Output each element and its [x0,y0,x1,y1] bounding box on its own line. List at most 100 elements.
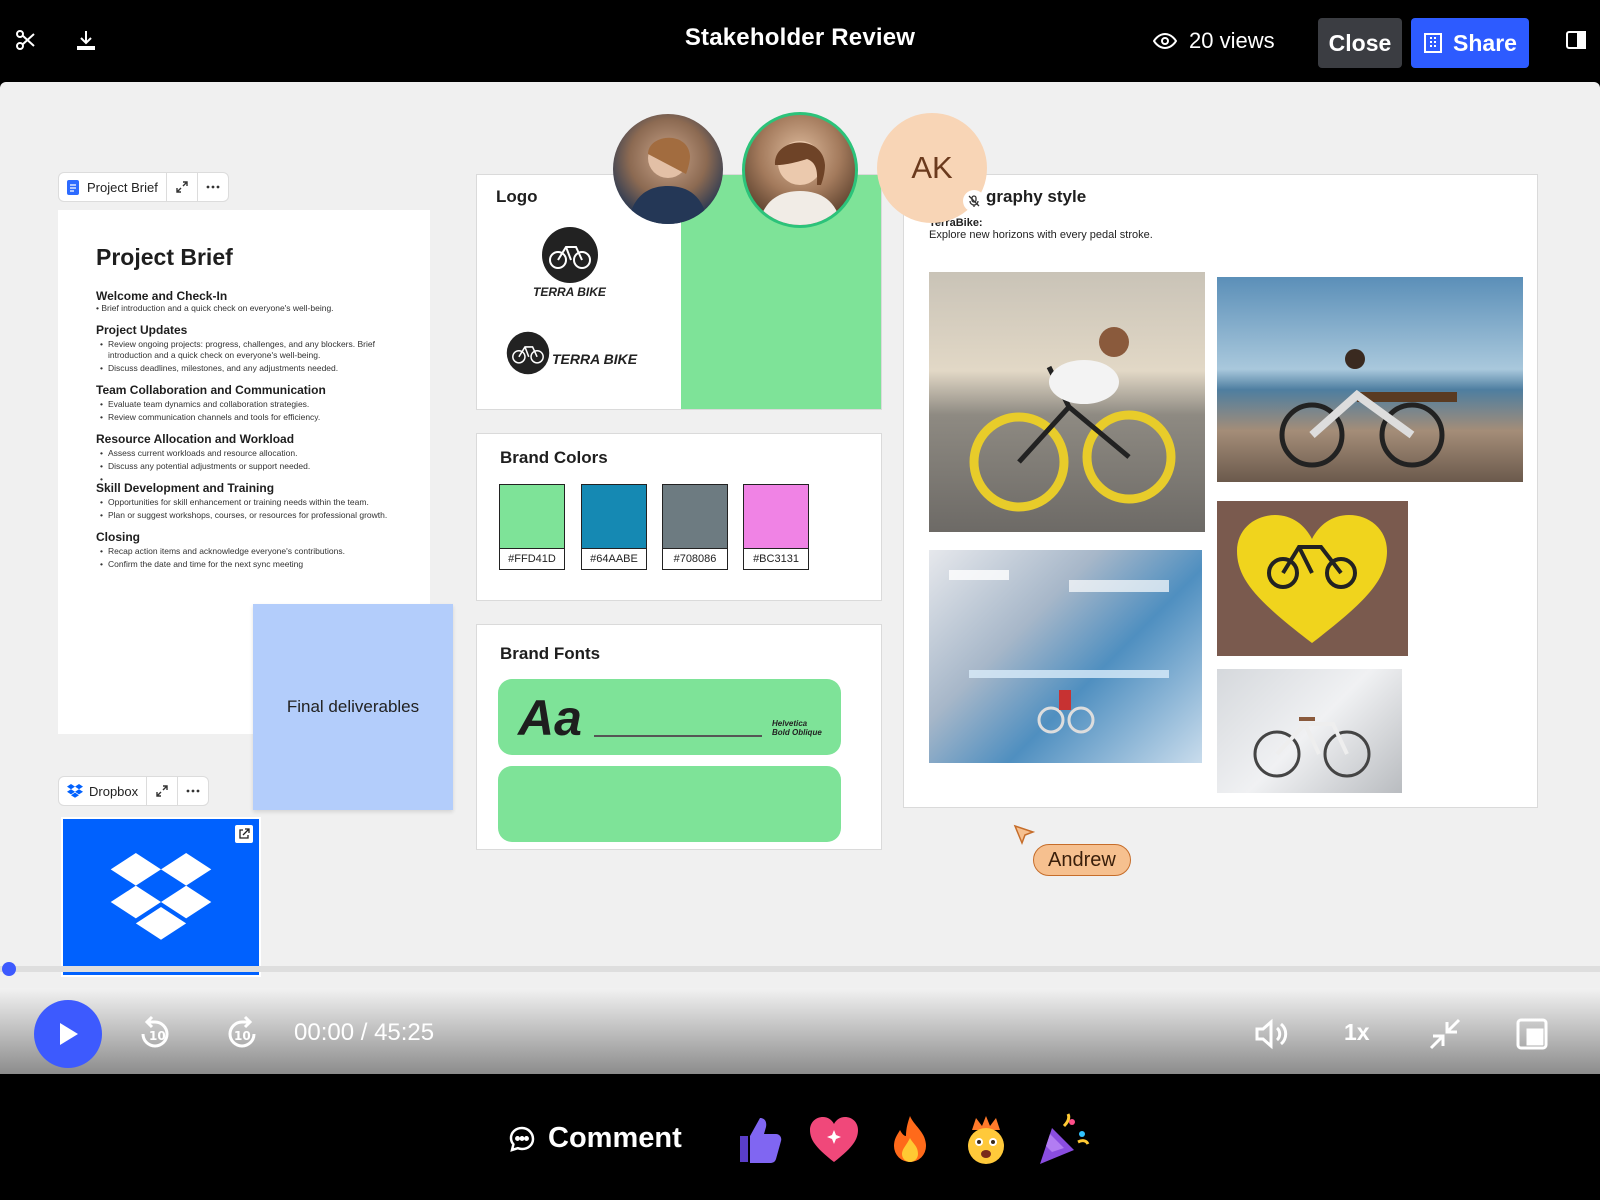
color-chip [744,485,808,549]
cyclist-illustration [969,327,1176,512]
reaction-bar [0,1074,1600,1200]
svg-text:10: 10 [234,1029,251,1043]
photo-cyclist-road[interactable] [929,272,1205,532]
avatar-initials: AK [911,150,953,185]
whiteboard-canvas: Project Brief Project Brief Welcome and … [0,82,1600,1074]
brand-fonts-title: Brand Fonts [500,644,601,663]
comment-label: Comment [548,1122,682,1154]
sidebar-toggle-icon[interactable] [1562,26,1590,54]
font-sample-card[interactable]: Aa Helvetica Bold Oblique [498,679,841,755]
project-brief-title[interactable]: Project Brief [59,173,167,201]
color-chip [582,485,646,549]
color-swatch-label: #708086 [673,553,717,565]
comment-button[interactable]: Comment [508,1122,682,1155]
person-icon [628,137,708,224]
participant-avatar[interactable] [613,114,723,224]
font-sample-text: Aa [518,690,582,746]
brief-bullet: Review communication channels and tools … [96,412,392,423]
building-icon [1424,33,1443,53]
sparkle-heart-icon[interactable] [806,1112,862,1168]
playback-time: 00:00 / 45:25 [294,1019,435,1046]
photo-bike-wall[interactable] [1217,669,1402,793]
download-icon[interactable] [72,26,100,54]
close-button[interactable]: Close [1318,18,1402,68]
dropbox-title[interactable]: Dropbox [59,777,148,805]
brief-bullet: Discuss deadlines, milestones, and any a… [96,363,392,374]
person-icon [759,141,841,225]
doc-icon [67,179,79,195]
brief-bullet: Evaluate team dynamics and collaboration… [96,399,392,410]
photo-cyclist-motion[interactable] [929,550,1202,763]
color-swatch[interactable]: #64AABE [581,484,647,570]
brief-bullet: Plan or suggest workshops, courses, or r… [96,510,392,521]
bike-logo-icon [506,331,550,375]
sticky-note[interactable]: Final deliverables [253,604,453,810]
play-button[interactable] [34,1000,102,1068]
color-chip [500,485,564,549]
remote-cursor-name: Andrew [1048,848,1116,871]
expand-icon[interactable] [167,173,198,201]
photo-bike-heart[interactable] [1217,501,1408,656]
play-icon [60,1023,78,1045]
remote-cursor-icon [1013,824,1035,846]
forward-10-icon[interactable]: 10 [220,1012,264,1056]
external-link-icon[interactable] [235,825,253,843]
thumbs-up-icon[interactable] [730,1112,786,1168]
font-name-line: Bold Oblique [772,728,822,737]
color-swatch-label: #FFD41D [508,553,556,565]
brief-text: • Brief introduction and a quick check o… [96,303,334,313]
brand-colors-title: Brand Colors [500,448,608,467]
sticky-note-text: Final deliverables [286,697,420,716]
remote-cursor-label: Andrew [1033,844,1131,876]
color-swatch-label: #BC3131 [753,553,799,565]
photography-title: graphy style [986,187,1087,206]
participant-avatar-speaking[interactable] [742,112,858,228]
brief-section-title: Closing [96,530,140,544]
more-icon[interactable] [178,777,208,805]
font-name: Helvetica Bold Oblique [772,719,822,737]
party-popper-icon[interactable] [1034,1112,1090,1168]
dropbox-header: Dropbox [58,776,210,806]
picture-in-picture-icon[interactable] [1510,1012,1554,1056]
logo-wordmark: TERRA BIKE [533,285,606,299]
muted-mic-icon [963,190,985,212]
dropbox-label: Dropbox [89,783,139,799]
svg-text:10: 10 [149,1029,166,1043]
progress-handle[interactable] [2,962,16,976]
mind-blown-icon[interactable] [958,1112,1014,1168]
color-swatch[interactable]: #708086 [662,484,728,570]
minimize-icon[interactable] [1423,1012,1467,1056]
brief-bullet: Discuss any potential adjustments or sup… [96,461,392,472]
brief-section-title: Skill Development and Training [96,481,275,495]
motion-cyclist-illustration [949,570,1169,734]
brief-bullet: Opportunities for skill enhancement or t… [96,497,392,508]
dropbox-card[interactable] [61,817,261,977]
font-sample-card-empty[interactable] [498,766,841,842]
share-button-label: Share [1453,29,1517,56]
view-count-label: 20 views [1189,28,1275,53]
view-count: 20 views [1153,28,1275,54]
more-icon[interactable] [198,173,228,201]
color-swatch[interactable]: #FFD41D [499,484,565,570]
rewind-10-icon[interactable]: 10 [133,1012,177,1056]
expand-icon[interactable] [147,777,179,805]
fire-icon[interactable] [882,1112,938,1168]
share-button[interactable]: Share [1411,18,1529,68]
bike-wall-illustration [1253,717,1371,778]
brief-bullet: Assess current workloads and resource al… [96,448,392,459]
photography-tagline: Explore new horizons with every pedal st… [929,229,1153,241]
brief-section-title: Team Collaboration and Communication [96,383,326,397]
scissors-icon[interactable] [12,26,40,54]
brief-bullet: Recap action items and acknowledge every… [96,546,392,557]
dropbox-logo-icon [67,784,83,798]
volume-icon[interactable] [1249,1012,1293,1056]
playback-speed[interactable]: 1x [1344,1019,1370,1046]
color-swatch[interactable]: #BC3131 [743,484,809,570]
progress-bar[interactable] [0,966,1600,972]
bike-sea-illustration [1279,349,1457,468]
photo-bike-sea[interactable] [1217,277,1523,482]
top-bar: Stakeholder Review 20 views Close Share [0,0,1600,82]
brief-bullet: Confirm the date and time for the next s… [96,559,392,570]
project-brief-label: Project Brief [87,179,158,195]
eye-icon [1153,32,1177,50]
